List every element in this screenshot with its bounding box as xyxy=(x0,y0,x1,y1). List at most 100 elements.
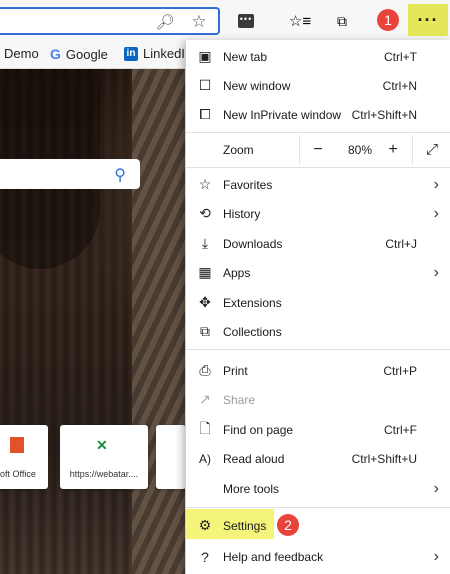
menu-label: More tools xyxy=(223,481,280,496)
favorites-bar: Demo G Google in LinkedIn xyxy=(0,40,192,69)
menu-label: Settings xyxy=(223,518,267,533)
collections-button[interactable]: ⧉ xyxy=(329,8,355,34)
quick-link-tile[interactable]: ✕ https://webatar.... xyxy=(60,425,148,489)
read-aloud-icon: A) xyxy=(199,451,211,466)
gear-icon: ⚙ xyxy=(198,517,212,533)
fullscreen-icon[interactable]: ⤢ xyxy=(415,135,449,164)
address-bar[interactable]: 🔎︎ ☆ xyxy=(0,7,220,35)
favorite-google[interactable]: G Google xyxy=(50,46,108,62)
find-on-page-icon: 🗋︎ xyxy=(199,419,211,436)
zoom-icon[interactable]: 🔎︎ xyxy=(155,13,174,31)
search-icon[interactable]: ⚲ xyxy=(114,165,126,185)
menu-shortcut: Ctrl+Shift+U xyxy=(351,451,417,466)
menu-shortcut: Ctrl+Shift+N xyxy=(351,107,417,122)
share-icon: ↗ xyxy=(199,391,211,407)
menu-label: Apps xyxy=(223,265,251,280)
menu-zoom-row: Zoom − 80% + ⤢ xyxy=(186,135,450,164)
menu-history[interactable]: ⟲ History › xyxy=(186,199,450,228)
menu-separator xyxy=(186,507,450,508)
step-badge-1: 1 xyxy=(377,9,399,31)
star-icon[interactable]: ☆ xyxy=(190,12,208,31)
history-icon: ⟲ xyxy=(199,205,211,221)
office-icon xyxy=(10,437,24,453)
menu-label: Favorites xyxy=(223,177,273,192)
menu-label: Print xyxy=(223,363,248,378)
menu-apps[interactable]: ▦ Apps › xyxy=(186,258,450,287)
step-badge-2: 2 xyxy=(277,514,299,536)
background-pillar xyxy=(132,69,185,574)
menu-separator xyxy=(186,349,450,350)
menu-collections[interactable]: ⧉ Collections xyxy=(186,317,450,346)
menu-read-aloud[interactable]: A) Read aloud Ctrl+Shift+U xyxy=(186,444,450,473)
menu-label: New tab xyxy=(223,49,268,64)
new-tab-icon: ▣ xyxy=(198,48,212,64)
tile-label: https://webatar.... xyxy=(69,469,139,479)
menu-label: Help and feedback xyxy=(223,549,324,564)
menu-find-on-page[interactable]: 🗋︎ Find on page Ctrl+F xyxy=(186,415,450,444)
inprivate-window-icon: ⧠ xyxy=(199,106,211,122)
menu-more-tools[interactable]: More tools › xyxy=(186,474,450,503)
chevron-right-icon: › xyxy=(433,479,439,497)
chevron-right-icon: › xyxy=(433,204,439,222)
menu-label: Share xyxy=(223,392,256,407)
settings-and-more-menu: ▣ New tab Ctrl+T ☐ New window Ctrl+N ⧠ N… xyxy=(185,40,450,574)
puzzle-icon: ✥ xyxy=(199,294,211,310)
menu-label: Downloads xyxy=(223,236,283,251)
chevron-right-icon: › xyxy=(433,175,439,193)
apps-icon: ▦ xyxy=(198,264,212,280)
menu-label: Extensions xyxy=(223,295,282,310)
menu-label: Collections xyxy=(223,324,282,339)
favorite-demo[interactable]: Demo xyxy=(4,46,39,61)
favorites-button[interactable]: ☆≡ xyxy=(287,8,313,34)
menu-separator xyxy=(186,167,450,168)
menu-label: History xyxy=(223,206,261,221)
chevron-right-icon: › xyxy=(433,547,439,565)
menu-help-and-feedback[interactable]: ? Help and feedback › xyxy=(186,542,450,571)
favorite-linkedin[interactable]: in LinkedIn xyxy=(124,46,192,61)
zoom-divider xyxy=(412,135,413,164)
browser-toolbar: 🔎︎ ☆ ••• ☆≡ ⧉ 1 ··· xyxy=(0,0,450,40)
google-icon: G xyxy=(50,46,61,62)
menu-new-window[interactable]: ☐ New window Ctrl+N xyxy=(186,71,450,100)
favorites-list-icon: ☆≡ xyxy=(288,13,312,30)
new-tab-page-background: ⚲ oft Office ✕ https://webatar.... xyxy=(0,69,185,574)
collections-icon: ⧉ xyxy=(200,323,210,339)
menu-favorites[interactable]: ☆ Favorites › xyxy=(186,170,450,199)
site-favicon-icon: ✕ xyxy=(96,437,108,453)
download-icon: ⤓ xyxy=(201,235,209,251)
printer-icon: ⎙ xyxy=(199,362,211,378)
zoom-in-button[interactable]: + xyxy=(384,135,402,164)
extension-icon: ••• xyxy=(238,14,254,28)
menu-shortcut: Ctrl+J xyxy=(385,236,417,251)
help-icon: ? xyxy=(201,548,209,565)
tile-label: oft Office xyxy=(0,469,36,479)
favorite-label: Google xyxy=(65,46,108,62)
menu-shortcut: Ctrl+P xyxy=(383,363,417,378)
menu-share: ↗ Share xyxy=(186,385,450,414)
menu-settings[interactable]: ⚙ Settings xyxy=(186,511,450,540)
menu-label: Find on page xyxy=(223,422,294,437)
menu-print[interactable]: ⎙ Print Ctrl+P xyxy=(186,356,450,385)
menu-label: Read aloud xyxy=(223,451,285,466)
web-search-box[interactable]: ⚲ xyxy=(0,159,140,189)
menu-label: New InPrivate window xyxy=(223,107,342,122)
quick-link-tile[interactable] xyxy=(156,425,185,489)
favorite-label: Demo xyxy=(4,46,39,61)
linkedin-icon: in xyxy=(124,46,138,61)
settings-and-more-button[interactable]: ··· xyxy=(408,4,448,36)
menu-shortcut: Ctrl+N xyxy=(382,78,417,93)
chevron-right-icon: › xyxy=(433,263,439,281)
extension-button[interactable]: ••• xyxy=(233,8,259,34)
favorites-icon: ☆ xyxy=(198,176,212,192)
zoom-level-value: 80% xyxy=(347,142,373,157)
menu-downloads[interactable]: ⤓ Downloads Ctrl+J xyxy=(186,229,450,258)
menu-new-tab[interactable]: ▣ New tab Ctrl+T xyxy=(186,42,450,71)
collections-icon: ⧉ xyxy=(337,12,347,29)
menu-new-inprivate-window[interactable]: ⧠ New InPrivate window Ctrl+Shift+N xyxy=(186,100,450,129)
quick-link-tile[interactable]: oft Office xyxy=(0,425,48,489)
window-icon: ☐ xyxy=(198,77,212,93)
zoom-out-button[interactable]: − xyxy=(300,135,336,164)
menu-extensions[interactable]: ✥ Extensions xyxy=(186,288,450,317)
menu-label: Zoom xyxy=(223,142,254,157)
menu-shortcut: Ctrl+T xyxy=(384,49,417,64)
